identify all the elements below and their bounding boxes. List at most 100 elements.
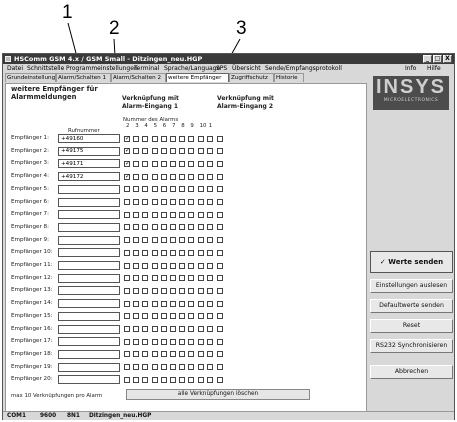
alarm1-link-checkbox[interactable]	[206, 199, 213, 205]
alarm1-link-checkbox[interactable]	[188, 224, 195, 231]
tab-alarm-schalten-2[interactable]: Alarm/Schalten 2	[111, 73, 166, 82]
alarm1-link-checkbox[interactable]	[170, 300, 176, 307]
alarm1-link-checkbox[interactable]	[170, 160, 176, 167]
alarm1-link-checkbox[interactable]	[188, 364, 195, 371]
alarm2-link-checkbox[interactable]	[217, 135, 223, 142]
alarm1-link-checkbox[interactable]	[179, 338, 186, 345]
reset-button[interactable]: Reset	[370, 319, 453, 333]
recipient-phone-input[interactable]	[58, 134, 120, 143]
recipient-phone-input[interactable]	[58, 286, 120, 296]
alarm1-link-checkbox[interactable]	[133, 376, 140, 383]
alarm1-link-checkbox[interactable]: ✓	[124, 148, 130, 155]
alarm1-link-checkbox[interactable]	[170, 211, 176, 218]
alarm1-link-checkbox[interactable]	[188, 376, 195, 383]
alarm1-link-checkbox[interactable]	[206, 376, 213, 383]
alarm1-link-checkbox[interactable]	[151, 300, 158, 307]
tab-historie[interactable]: Historie	[274, 73, 304, 82]
alarm1-link-checkbox[interactable]	[188, 249, 195, 256]
alarm1-link-checkbox[interactable]	[142, 186, 149, 193]
alarm1-link-checkbox[interactable]	[160, 287, 167, 294]
alarm1-link-checkbox[interactable]	[124, 338, 130, 345]
recipient-phone-input[interactable]	[58, 197, 120, 207]
alarm1-link-checkbox[interactable]	[151, 313, 158, 320]
alarm1-link-checkbox[interactable]	[197, 275, 204, 282]
alarm1-link-checkbox[interactable]	[151, 262, 158, 269]
recipient-phone-input[interactable]	[58, 311, 120, 321]
alarm1-link-checkbox[interactable]	[206, 135, 213, 142]
alarm1-link-checkbox[interactable]	[160, 135, 167, 142]
alarm1-link-checkbox[interactable]	[197, 262, 204, 269]
recipient-phone-input[interactable]	[58, 222, 120, 232]
alarm1-link-checkbox[interactable]	[206, 249, 213, 256]
alarm1-link-checkbox[interactable]	[151, 249, 158, 256]
send-defaults-button[interactable]: Defaultwerte senden	[370, 299, 453, 313]
alarm2-link-checkbox[interactable]	[217, 275, 223, 282]
recipient-phone-input[interactable]	[58, 235, 120, 245]
alarm1-link-checkbox[interactable]	[142, 224, 149, 231]
alarm1-link-checkbox[interactable]	[197, 186, 204, 193]
alarm1-link-checkbox[interactable]	[206, 148, 213, 155]
alarm1-link-checkbox[interactable]	[188, 148, 195, 155]
alarm1-link-checkbox[interactable]	[179, 199, 186, 205]
alarm1-link-checkbox[interactable]	[170, 287, 176, 294]
alarm1-link-checkbox[interactable]	[206, 300, 213, 307]
alarm1-link-checkbox[interactable]	[124, 186, 130, 193]
alarm1-link-checkbox[interactable]	[124, 287, 130, 294]
alarm1-link-checkbox[interactable]	[160, 186, 167, 193]
alarm1-link-checkbox[interactable]	[170, 237, 176, 244]
alarm1-link-checkbox[interactable]	[188, 199, 195, 205]
alarm1-link-checkbox[interactable]	[142, 351, 149, 358]
alarm2-link-checkbox[interactable]	[217, 338, 223, 345]
alarm1-link-checkbox[interactable]	[179, 211, 186, 218]
alarm1-link-checkbox[interactable]	[206, 364, 213, 371]
alarm1-link-checkbox[interactable]	[170, 148, 176, 155]
alarm1-link-checkbox[interactable]	[206, 173, 213, 180]
alarm2-link-checkbox[interactable]	[217, 262, 223, 269]
alarm1-link-checkbox[interactable]	[179, 351, 186, 358]
alarm1-link-checkbox[interactable]	[170, 326, 176, 332]
alarm1-link-checkbox[interactable]	[160, 148, 167, 155]
clear-links-button[interactable]: alle Verknüpfungen löschen	[126, 389, 310, 400]
alarm1-link-checkbox[interactable]	[142, 199, 149, 205]
alarm1-link-checkbox[interactable]	[206, 262, 213, 269]
alarm1-link-checkbox[interactable]	[142, 300, 149, 307]
alarm2-link-checkbox[interactable]	[217, 211, 223, 218]
alarm1-link-checkbox[interactable]	[133, 275, 140, 282]
alarm1-link-checkbox[interactable]	[170, 224, 176, 231]
alarm2-link-checkbox[interactable]	[217, 186, 223, 193]
alarm1-link-checkbox[interactable]	[124, 211, 130, 218]
alarm1-link-checkbox[interactable]	[188, 338, 195, 345]
tab-grundeinstellung[interactable]: Grundeinstellung	[5, 73, 56, 82]
alarm1-link-checkbox[interactable]	[151, 148, 158, 155]
alarm1-link-checkbox[interactable]	[188, 351, 195, 358]
recipient-phone-input[interactable]	[58, 324, 120, 334]
alarm1-link-checkbox[interactable]	[206, 351, 213, 358]
recipient-phone-input[interactable]	[58, 261, 120, 270]
alarm1-link-checkbox[interactable]	[188, 160, 195, 167]
alarm1-link-checkbox[interactable]	[179, 364, 186, 371]
minimize-button[interactable]: _	[423, 55, 432, 63]
alarm1-link-checkbox[interactable]	[170, 351, 176, 358]
alarm1-link-checkbox[interactable]	[160, 160, 167, 167]
menu-terminal[interactable]: Terminal	[134, 64, 159, 73]
alarm1-link-checkbox[interactable]	[124, 262, 130, 269]
alarm1-link-checkbox[interactable]	[160, 313, 167, 320]
alarm1-link-checkbox[interactable]	[151, 160, 158, 167]
alarm1-link-checkbox[interactable]	[170, 262, 176, 269]
alarm1-link-checkbox[interactable]	[170, 338, 176, 345]
alarm1-link-checkbox[interactable]	[151, 364, 158, 371]
alarm1-link-checkbox[interactable]	[188, 326, 195, 332]
alarm1-link-checkbox[interactable]	[124, 351, 130, 358]
tab-weitere-empfaenger[interactable]: weitere Empfänger	[166, 73, 229, 82]
alarm1-link-checkbox[interactable]	[133, 186, 140, 193]
alarm1-link-checkbox[interactable]	[197, 300, 204, 307]
alarm1-link-checkbox[interactable]	[151, 351, 158, 358]
alarm1-link-checkbox[interactable]	[197, 351, 204, 358]
alarm1-link-checkbox[interactable]	[160, 173, 167, 180]
alarm2-link-checkbox[interactable]	[217, 313, 223, 320]
alarm2-link-checkbox[interactable]	[217, 287, 223, 294]
alarm1-link-checkbox[interactable]	[197, 376, 204, 383]
alarm1-link-checkbox[interactable]	[188, 211, 195, 218]
alarm1-link-checkbox[interactable]	[133, 287, 140, 294]
recipient-phone-input[interactable]	[58, 248, 120, 258]
